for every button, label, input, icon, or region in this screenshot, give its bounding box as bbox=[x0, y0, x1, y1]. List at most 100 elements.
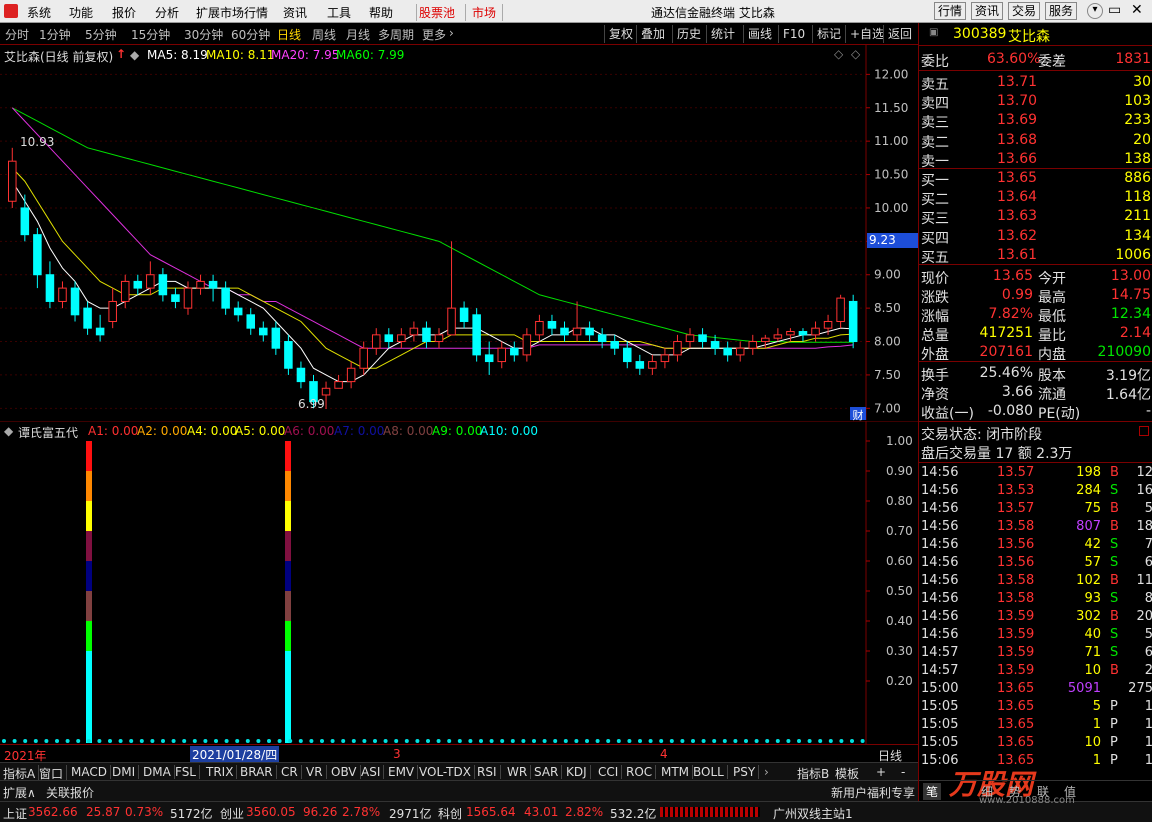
period-monthly[interactable]: 月线 bbox=[346, 26, 370, 43]
indicator-tab-5[interactable]: FSL bbox=[175, 765, 200, 779]
tab-xi[interactable]: 细 bbox=[981, 783, 993, 800]
tool-history[interactable]: 历史 bbox=[672, 25, 705, 43]
settings-icon[interactable]: ▾ bbox=[1087, 3, 1103, 19]
indicator-tab-14[interactable]: RSI bbox=[477, 765, 501, 779]
period-more[interactable]: 更多 bbox=[422, 26, 446, 43]
indicator-tab-2[interactable]: MACD bbox=[71, 765, 111, 779]
indicator-right-tab-3[interactable]: - bbox=[901, 765, 905, 779]
indicator-tab-3[interactable]: DMI bbox=[112, 765, 140, 779]
period-daily[interactable]: 日线 bbox=[277, 26, 301, 43]
indicator-tab-11[interactable]: ASI bbox=[361, 765, 385, 779]
indicator-tab-21[interactable]: BOLL bbox=[693, 765, 728, 779]
diamond-icon[interactable]: ◇ bbox=[851, 47, 860, 61]
menu-system[interactable]: 系统 bbox=[27, 4, 51, 21]
tool-add-watch[interactable]: +自选 bbox=[845, 25, 888, 43]
tool-back[interactable]: 返回 bbox=[883, 25, 916, 43]
app-logo-icon[interactable] bbox=[4, 4, 18, 18]
tool-mark[interactable]: 标记 bbox=[812, 25, 845, 43]
tab-bi[interactable]: 笔 bbox=[923, 783, 942, 800]
minimize-icon[interactable]: ▭ bbox=[1108, 2, 1121, 18]
tick-price: 13.59 bbox=[997, 645, 1035, 660]
menu-tools[interactable]: 工具 bbox=[327, 4, 351, 21]
finance-badge[interactable]: 财 bbox=[850, 407, 866, 422]
tool-stats[interactable]: 统计 bbox=[706, 25, 739, 43]
indicator-tab-15[interactable]: WR bbox=[507, 765, 532, 779]
ask-row[interactable]: 卖五 13.71 30 bbox=[919, 73, 1152, 93]
expand-button[interactable]: 扩展∧ bbox=[3, 784, 36, 801]
tab-shi[interactable]: 势 bbox=[1009, 783, 1021, 800]
menu-market[interactable]: 市场 bbox=[465, 4, 504, 21]
indicator-tab-13[interactable]: VOL-TDX bbox=[419, 765, 475, 779]
diamond-icon[interactable]: ◇ bbox=[834, 47, 843, 61]
tool-f10[interactable]: F10 bbox=[778, 25, 809, 43]
stat-value: 12.34 bbox=[1110, 306, 1151, 322]
tool-fuquan[interactable]: 复权 bbox=[604, 25, 637, 43]
tool-overlay[interactable]: 叠加 bbox=[636, 25, 669, 43]
bid-row[interactable]: 买一 13.65 886 bbox=[919, 169, 1152, 189]
tab-zhi[interactable]: 值 bbox=[1064, 783, 1076, 800]
bid-row[interactable]: 买五 13.61 1006 bbox=[919, 246, 1152, 266]
period-5min[interactable]: 5分钟 bbox=[85, 26, 117, 43]
menu-stockpool[interactable]: 股票池 bbox=[416, 4, 455, 21]
indicator-tab-4[interactable]: DMA bbox=[143, 765, 175, 779]
menu-analysis[interactable]: 分析 bbox=[155, 4, 179, 21]
indicator-tab-17[interactable]: KDJ bbox=[566, 765, 591, 779]
sh-index-name[interactable]: 上证 bbox=[3, 805, 27, 822]
ask-row[interactable]: 卖一 13.66 138 bbox=[919, 150, 1152, 170]
chevron-right-icon[interactable]: › bbox=[449, 26, 454, 40]
related-quote-button[interactable]: 关联报价 bbox=[46, 784, 94, 801]
bid-row[interactable]: 买二 13.64 118 bbox=[919, 188, 1152, 208]
bid-volume: 211 bbox=[1124, 208, 1151, 225]
btn-service[interactable]: 服务 bbox=[1045, 2, 1078, 20]
ask-row[interactable]: 卖二 13.68 20 bbox=[919, 131, 1152, 151]
btn-quote[interactable]: 行情 bbox=[934, 2, 967, 20]
indicator-tab-16[interactable]: SAR bbox=[534, 765, 563, 779]
period-60min[interactable]: 60分钟 bbox=[231, 26, 270, 43]
bid-row[interactable]: 买三 13.63 211 bbox=[919, 207, 1152, 227]
period-1min[interactable]: 1分钟 bbox=[39, 26, 71, 43]
menu-news[interactable]: 资讯 bbox=[283, 4, 307, 21]
kline-svg[interactable]: 12.0011.5011.0010.5010.009.509.008.508.0… bbox=[0, 45, 918, 420]
candle-body bbox=[798, 331, 808, 336]
bid-row[interactable]: 买四 13.62 134 bbox=[919, 227, 1152, 247]
tool-draw[interactable]: 画线 bbox=[743, 25, 776, 43]
indicator-tab-12[interactable]: EMV bbox=[388, 765, 419, 779]
chevron-right-icon[interactable]: › bbox=[764, 765, 769, 779]
ask-row[interactable]: 卖四 13.70 103 bbox=[919, 92, 1152, 112]
indicator-tab-6[interactable]: TRIX bbox=[206, 765, 238, 779]
ma-settings-icon[interactable]: ◆ bbox=[130, 48, 139, 62]
menu-quote[interactable]: 报价 bbox=[112, 4, 136, 21]
expand-icon[interactable] bbox=[1139, 426, 1149, 436]
period-30min[interactable]: 30分钟 bbox=[184, 26, 223, 43]
tab-lian[interactable]: 联 bbox=[1037, 783, 1049, 800]
indicator-svg[interactable]: 1.00 0.90 0.80 0.70 0.60 0.50 0.40 0.30 0.20 bbox=[0, 421, 918, 744]
period-15min[interactable]: 15分钟 bbox=[131, 26, 170, 43]
period-weekly[interactable]: 周线 bbox=[312, 26, 336, 43]
ask-row[interactable]: 卖三 13.69 233 bbox=[919, 111, 1152, 131]
baseline-dot bbox=[818, 739, 823, 743]
btn-trade[interactable]: 交易 bbox=[1008, 2, 1041, 20]
period-intraday[interactable]: 分时 bbox=[5, 26, 29, 43]
main-kline-chart[interactable]: 12.0011.5011.0010.5010.009.509.008.508.0… bbox=[0, 45, 918, 422]
menu-help[interactable]: 帮助 bbox=[369, 4, 393, 21]
menu-function[interactable]: 功能 bbox=[69, 4, 93, 21]
btn-news[interactable]: 资讯 bbox=[971, 2, 1004, 20]
server-name[interactable]: 广州双线主站1 bbox=[773, 805, 853, 822]
promo-link[interactable]: 新用户福利专享 bbox=[831, 784, 915, 801]
kc-index-name[interactable]: 科创 bbox=[438, 805, 462, 822]
indicator-menu-icon[interactable]: ◆ bbox=[4, 424, 13, 438]
indicator-tab-22[interactable]: PSY bbox=[733, 765, 760, 779]
indicator-chart[interactable]: 1.00 0.90 0.80 0.70 0.60 0.50 0.40 0.30 0.20 ◆ 谭… bbox=[0, 421, 918, 744]
menu-ext-market[interactable]: 扩展市场行情 bbox=[196, 4, 268, 21]
indicator-tab-7[interactable]: BRAR bbox=[240, 765, 277, 779]
period-multi[interactable]: 多周期 bbox=[378, 26, 414, 43]
indicator-tab-8[interactable]: CR bbox=[281, 765, 302, 779]
indicator-tab-18[interactable]: CCI bbox=[598, 765, 623, 779]
close-icon[interactable]: ✕ bbox=[1131, 2, 1143, 18]
cy-index-name[interactable]: 创业 bbox=[220, 805, 244, 822]
indicator-tab-19[interactable]: ROC bbox=[626, 765, 657, 779]
indicator-tab-20[interactable]: MTM bbox=[661, 765, 694, 779]
indicator-tab-10[interactable]: OBV bbox=[331, 765, 361, 779]
indicator-tab-9[interactable]: VR bbox=[306, 765, 327, 779]
indicator-right-tab-2[interactable]: + bbox=[876, 765, 886, 779]
